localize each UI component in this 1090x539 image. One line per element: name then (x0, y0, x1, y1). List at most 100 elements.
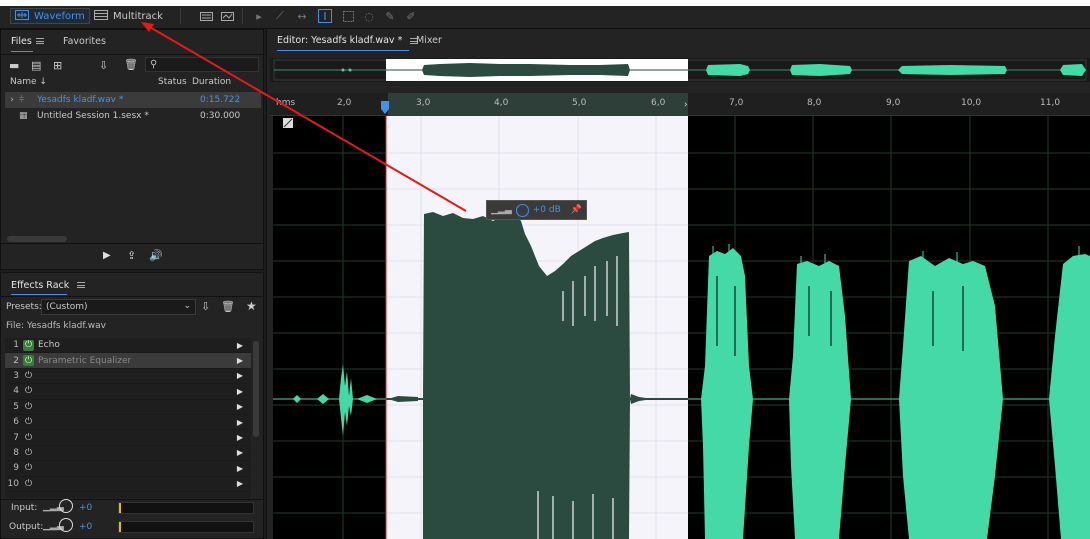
ruler-tick-label: 8,0 (807, 98, 822, 108)
multitrack-label: Multitrack (113, 10, 163, 22)
waveform-overview[interactable] (270, 58, 1090, 82)
power-icon[interactable]: ⏻ (23, 463, 34, 474)
spot-healing-tool-icon[interactable]: ✐ (404, 9, 418, 23)
play-arrow-icon[interactable]: ▶ (237, 433, 243, 442)
pin-icon[interactable]: 📌 (571, 205, 582, 215)
divider (1, 243, 263, 244)
horizontal-scrollbar[interactable] (7, 236, 67, 242)
power-icon[interactable]: ⏻ (23, 355, 34, 367)
waveform-view-button[interactable]: Waveform (10, 8, 90, 24)
import-file-icon[interactable]: ▤ (31, 59, 41, 72)
effect-slot[interactable]: 8 ⏻ ▶ (5, 446, 251, 462)
effect-slot[interactable]: 9 ⏻ ▶ (5, 461, 251, 477)
ruler-tick-label: 5,0 (572, 98, 587, 108)
power-icon[interactable]: ⏻ (23, 432, 34, 443)
mixer-tab[interactable]: Mixer (416, 35, 442, 46)
loop-icon[interactable]: ⇪ (127, 249, 136, 262)
multitrack-icon (94, 9, 108, 23)
divider (1, 54, 263, 55)
col-status-header[interactable]: Status (158, 77, 187, 87)
power-icon[interactable]: ⏻ (23, 401, 34, 412)
gain-knob-icon[interactable] (515, 203, 529, 217)
effect-slot[interactable]: 5 ⏻ ▶ (5, 400, 251, 415)
effect-slot[interactable]: 7 ⏻ ▶ (5, 430, 251, 446)
brush-tool-icon[interactable]: ✎ (383, 9, 397, 23)
slot-number: 10 (7, 478, 19, 489)
open-file-icon[interactable]: ▬ (9, 59, 19, 72)
play-arrow-icon[interactable]: ▶ (237, 479, 243, 488)
files-list-header: Name ↓ Status Duration (1, 76, 263, 90)
delete-preset-icon[interactable]: 🗑 (221, 300, 235, 313)
expand-chevron-icon[interactable]: › (5, 95, 19, 105)
new-file-icon[interactable]: ⊞ (53, 59, 62, 72)
effect-name: Parametric Equalizer (38, 355, 132, 366)
delete-icon[interactable]: 🗑 (124, 58, 138, 71)
power-icon[interactable]: ⏻ (23, 478, 34, 489)
presets-dropdown[interactable]: (Custom) ⌄ (41, 299, 196, 315)
playhead-marker-icon[interactable] (380, 101, 390, 115)
save-preset-icon[interactable]: ⇩ (201, 300, 210, 313)
output-gain-knob[interactable] (59, 518, 73, 532)
input-gain-knob[interactable] (59, 499, 73, 513)
insert-into-multitrack-icon[interactable]: ⇩ (99, 59, 108, 72)
power-icon[interactable]: ⏻ (23, 370, 34, 381)
input-gain-value[interactable]: +0 (79, 503, 92, 513)
effect-slot[interactable]: 1 ⏻ Echo ▶ (5, 338, 251, 354)
waveform-display[interactable] (273, 116, 1090, 539)
spectral-pitch-icon[interactable] (220, 9, 234, 23)
effect-slot[interactable]: 10 ⏻ ▶ (5, 477, 251, 492)
play-arrow-icon[interactable]: ▶ (237, 418, 243, 427)
effect-slot[interactable]: 2 ⏻ Parametric Equalizer ▶ (5, 353, 251, 369)
hud-gain-value[interactable]: +0 dB (533, 205, 561, 215)
play-arrow-icon[interactable]: ▶ (237, 371, 243, 380)
audio-file-icon: ⫩ (19, 94, 25, 105)
play-icon[interactable]: ▶ (103, 250, 111, 261)
autoplay-icon[interactable]: 🔊 (149, 249, 163, 262)
files-search-input[interactable]: ⚲ (145, 57, 259, 72)
gain-hud[interactable]: ▁▂▃ +0 dB 📌 (486, 200, 587, 220)
effects-rack-tab[interactable]: Effects Rack (11, 280, 86, 291)
power-icon[interactable]: ⏻ (23, 417, 34, 428)
ruler-tick-label: 2,0 (337, 98, 352, 108)
effect-slot[interactable]: 4 ⏻ ▶ (5, 384, 251, 400)
spectral-frequency-icon[interactable] (199, 9, 213, 23)
slot-number: 5 (13, 401, 19, 412)
selection-end-marker-icon[interactable]: › (684, 100, 688, 110)
marquee-tool-icon[interactable] (341, 9, 355, 23)
power-icon[interactable]: ⏻ (23, 339, 34, 351)
power-icon[interactable]: ⏻ (23, 386, 34, 397)
file-row[interactable]: ▦ Untitled Session 1.sesx * 0:30.000 (5, 108, 261, 123)
play-arrow-icon[interactable]: ▶ (237, 464, 243, 473)
file-row[interactable]: › ⫩ Yesadfs kladf.wav * 0:15.722 (5, 92, 261, 107)
session-file-icon: ▦ (19, 110, 28, 121)
favorite-star-icon[interactable]: ★ (246, 299, 257, 313)
move-tool-icon[interactable]: ▸ (252, 9, 266, 23)
toolbar-divider (180, 8, 181, 24)
play-arrow-icon[interactable]: ▶ (237, 387, 243, 396)
col-name-header[interactable]: Name ↓ (10, 77, 47, 87)
effect-slot[interactable]: 3 ⏻ ▶ (5, 369, 251, 385)
level-bars-icon: ▁▂▃ (491, 205, 512, 215)
col-duration-header[interactable]: Duration (192, 77, 231, 87)
panel-menu-icon[interactable] (77, 282, 86, 288)
play-arrow-icon[interactable]: ▶ (237, 356, 243, 365)
effect-name: Echo (38, 340, 60, 351)
multitrack-view-button[interactable]: Multitrack (90, 8, 167, 24)
vertical-scrollbar[interactable] (253, 341, 259, 437)
file-name: Untitled Session 1.sesx * (37, 110, 149, 121)
effect-slot[interactable]: 6 ⏻ ▶ (5, 415, 251, 431)
panel-menu-icon[interactable] (35, 38, 44, 44)
play-arrow-icon[interactable]: ▶ (237, 341, 243, 350)
power-icon[interactable]: ⏻ (23, 447, 34, 458)
play-arrow-icon[interactable]: ▶ (237, 448, 243, 457)
favorites-tab[interactable]: Favorites (63, 36, 106, 47)
play-arrow-icon[interactable]: ▶ (237, 402, 243, 411)
files-tab[interactable]: Files (11, 36, 44, 47)
lasso-tool-icon[interactable]: ◌ (362, 9, 376, 23)
razor-tool-icon[interactable]: ⟋ (273, 9, 287, 23)
slot-number: 9 (13, 463, 19, 474)
time-selection-tool-icon[interactable]: I (318, 9, 332, 23)
slip-tool-icon[interactable]: ↔ (295, 9, 309, 23)
output-gain-value[interactable]: +0 (79, 522, 92, 532)
editor-tab[interactable]: Editor: Yesadfs kladf.wav * (277, 35, 419, 46)
